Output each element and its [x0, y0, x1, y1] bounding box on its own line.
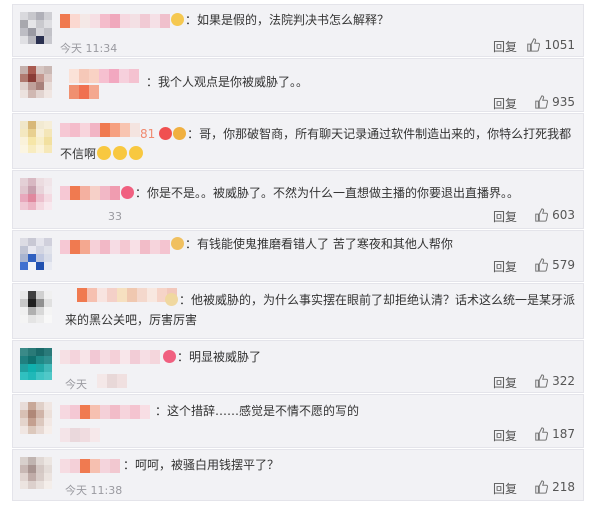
avatar[interactable]: [20, 402, 52, 434]
username[interactable]: [60, 186, 120, 200]
comment-text: ：有钱能使鬼推磨看错人了 苦了寒夜和其他人帮你: [171, 234, 571, 254]
badge-icon: [171, 237, 184, 250]
emoji-icon: [129, 146, 144, 160]
avatar[interactable]: [20, 238, 52, 270]
thumbs-up-icon: [527, 38, 541, 52]
reply-button[interactable]: 回复: [493, 427, 517, 444]
timestamp: 33: [108, 210, 122, 223]
avatar[interactable]: [20, 457, 52, 489]
comment-text: ：这个措辞……感觉是不情不愿的写的: [155, 404, 360, 418]
comment-item: ：明显被威胁了 今天 回复 322: [12, 340, 584, 393]
like-count: 579: [552, 258, 575, 272]
comment-item: 81 ：哥，你那破智商，所有聊天记录通过软件制造出来的，你特么打死我都不信啊: [12, 113, 584, 169]
like-count: 187: [552, 427, 575, 441]
like-button[interactable]: 187: [534, 427, 575, 441]
like-button[interactable]: 603: [534, 208, 575, 222]
comment-text: 81 ：哥，你那破智商，所有聊天记录通过软件制造出来的，你特么打死我都不信啊: [60, 127, 572, 161]
reply-button[interactable]: 回复: [493, 374, 517, 391]
username[interactable]: [60, 350, 160, 364]
badge-icon: [173, 127, 187, 140]
avatar[interactable]: [20, 121, 52, 153]
comment-item: ：你是不是。。被威胁了。不然为什么一直想做主播的你要退出直播界。。 33 回复 …: [12, 170, 584, 229]
comment-text: ：你是不是。。被威胁了。不然为什么一直想做主播的你要退出直播界。。: [121, 183, 571, 203]
comment-text: ：如果是假的，法院判决书怎么解释？: [171, 10, 571, 30]
reply-button[interactable]: 回复: [493, 258, 517, 275]
like-count: 1051: [544, 38, 575, 52]
comment-item: ：有钱能使鬼推磨看错人了 苦了寒夜和其他人帮你 回复 579: [12, 230, 584, 282]
avatar[interactable]: [20, 12, 52, 44]
username[interactable]: [60, 459, 120, 473]
username[interactable]: [60, 428, 100, 442]
thumbs-up-icon: [535, 258, 549, 272]
timestamp: 今天: [65, 378, 87, 391]
avatar[interactable]: [20, 66, 52, 98]
username[interactable]: [60, 14, 170, 28]
username[interactable]: [60, 405, 150, 419]
like-button[interactable]: 579: [534, 258, 575, 272]
username[interactable]: [69, 69, 139, 83]
like-count: 218: [552, 480, 575, 494]
like-button[interactable]: 218: [534, 480, 575, 494]
username[interactable]: [60, 240, 170, 254]
badge-icon: [163, 350, 176, 363]
username[interactable]: [97, 374, 127, 388]
emoji-icon: [113, 146, 128, 160]
comment-item: ：我个人观点是你被威胁了。。 回复 935: [12, 58, 584, 112]
badge-icon: [121, 186, 134, 199]
avatar[interactable]: [20, 348, 52, 380]
avatar[interactable]: [20, 178, 52, 210]
reply-button[interactable]: 回复: [493, 95, 517, 112]
badge-icon: [159, 127, 173, 140]
badge-icon: [171, 13, 184, 26]
emoji-icon: [97, 146, 112, 160]
thumbs-up-icon: [535, 95, 549, 109]
timestamp: 今天 11:38: [65, 484, 123, 497]
like-count: 603: [552, 208, 575, 222]
comment-text: ：呵呵，被骚白用钱摆平了？: [123, 458, 280, 472]
like-button[interactable]: 1051: [526, 38, 575, 52]
comment-item: ：他被威胁的，为什么事实摆在眼前了却拒绝认清？话术这么统一是某牙派来的黑公关吧，…: [12, 283, 584, 339]
like-count: 935: [552, 95, 575, 109]
badge-icon: [165, 293, 178, 306]
like-button[interactable]: 322: [534, 374, 575, 388]
reply-button[interactable]: 回复: [493, 38, 517, 55]
comment-text: ：明显被威胁了: [163, 347, 563, 367]
comment-text: ：他被威胁的，为什么事实摆在眼前了却拒绝认清？话术这么统一是某牙派来的黑公关吧，…: [65, 293, 576, 327]
comment-list: ：如果是假的，法院判决书怎么解释？ 今天 11:34 回复 1051 ：我个人观…: [0, 0, 599, 511]
thumbs-up-icon: [535, 208, 549, 222]
comment-item: ：这个措辞……感觉是不情不愿的写的 回复 187: [12, 394, 584, 448]
avatar[interactable]: [20, 291, 52, 323]
reply-button[interactable]: 回复: [493, 208, 517, 225]
comment-item: ：如果是假的，法院判决书怎么解释？ 今天 11:34 回复 1051: [12, 4, 584, 57]
timestamp: 今天 11:34: [60, 42, 118, 55]
like-count: 322: [552, 374, 575, 388]
like-button[interactable]: 935: [534, 95, 575, 109]
thumbs-up-icon: [535, 480, 549, 494]
thumbs-up-icon: [535, 427, 549, 441]
comment-text: ：我个人观点是你被威胁了。。: [146, 75, 309, 89]
thumbs-up-icon: [535, 374, 549, 388]
reply-button[interactable]: 回复: [493, 480, 517, 497]
username[interactable]: [69, 85, 99, 99]
comment-item: ：呵呵，被骚白用钱摆平了？ 今天 11:38 回复 218: [12, 449, 584, 501]
